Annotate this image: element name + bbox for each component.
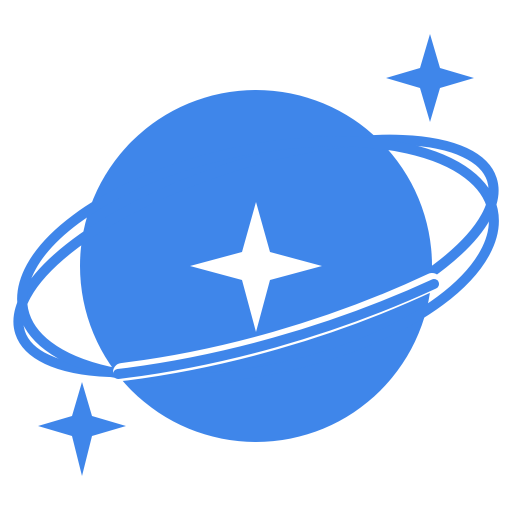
icon-canvas <box>0 0 512 512</box>
sparkle-top-right-icon <box>386 34 474 122</box>
planet-orbits-stars-icon <box>13 34 499 476</box>
sparkle-bottom-left-icon <box>38 382 126 476</box>
